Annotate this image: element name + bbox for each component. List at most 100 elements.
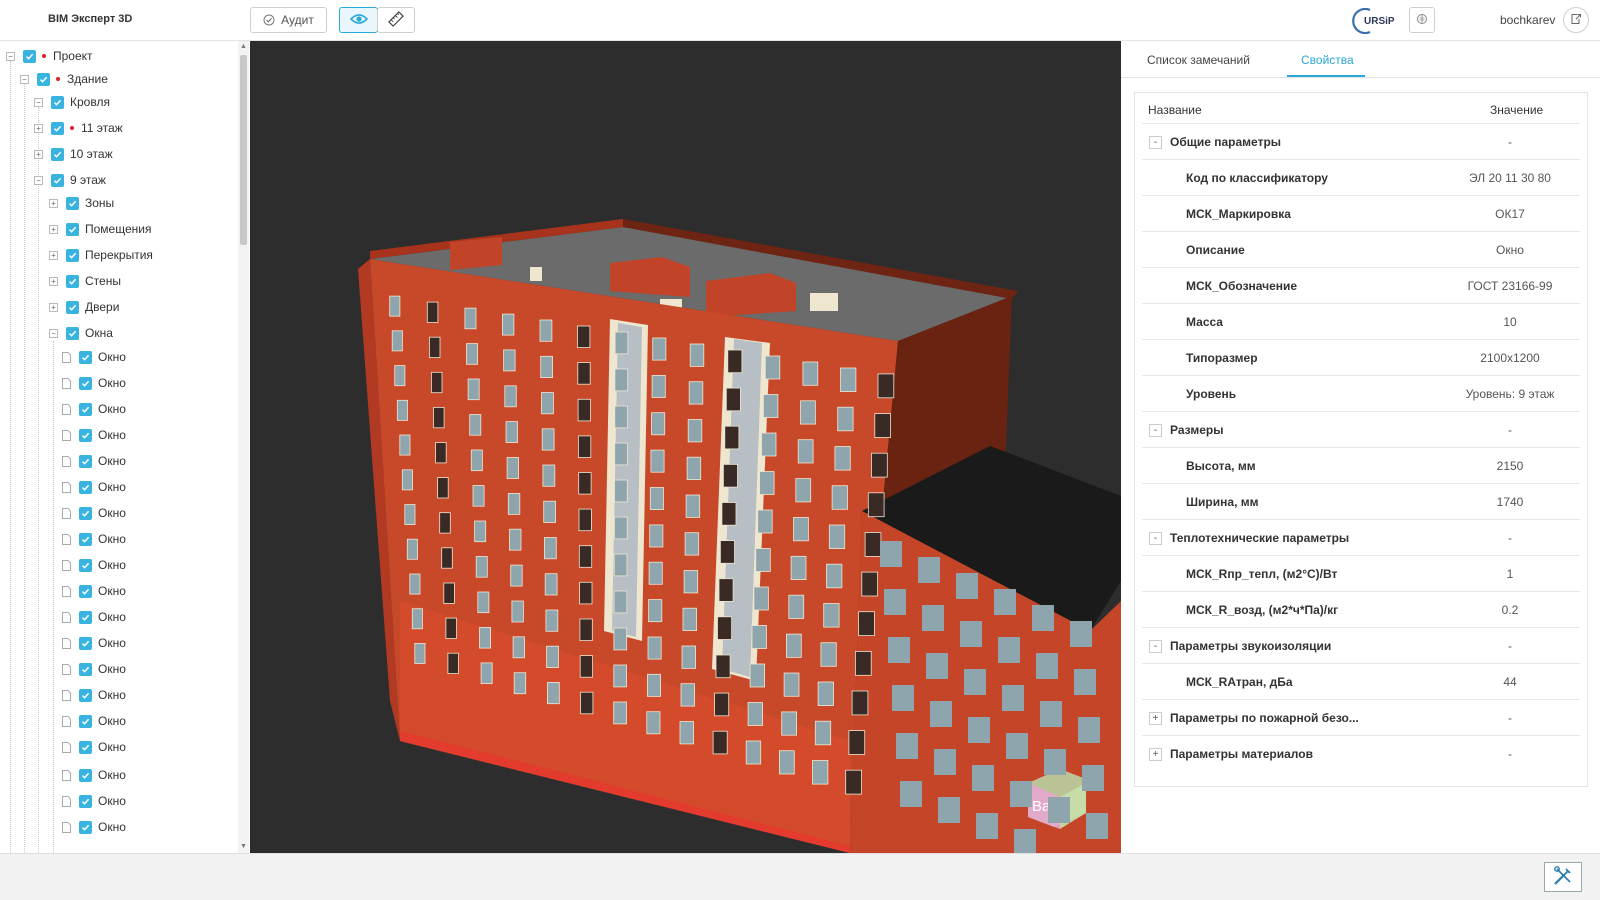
tab-properties[interactable]: Свойства [1301,53,1354,67]
facade-window[interactable] [467,378,480,401]
facade-window[interactable] [685,494,701,518]
tree-item[interactable]: Окно [62,373,126,393]
collapse-group-icon[interactable]: - [1149,136,1162,149]
facade-window[interactable] [649,487,664,511]
wing-window[interactable] [1078,717,1100,743]
facade-window[interactable] [435,442,447,464]
facade-window[interactable] [577,362,591,385]
facade-window[interactable] [578,472,592,495]
wing-window[interactable] [1002,685,1024,711]
facade-window[interactable] [511,600,524,623]
facade-window[interactable] [433,406,445,429]
tree-item[interactable]: Окно [62,399,126,419]
visibility-checkbox[interactable] [51,147,64,161]
visibility-checkbox[interactable] [79,558,92,572]
tree-item[interactable]: Окно [62,529,126,549]
wing-window[interactable] [892,685,914,711]
facade-window[interactable] [578,545,593,568]
wing-window[interactable] [1040,701,1062,727]
facade-window[interactable] [764,355,781,380]
facade-window[interactable] [507,492,521,515]
facade-window[interactable] [391,330,403,352]
tree-item[interactable]: Окно [62,425,126,445]
collapse-icon[interactable]: − [20,74,29,84]
facade-window[interactable] [781,711,798,736]
visibility-checkbox[interactable] [79,820,92,834]
facade-window[interactable] [797,439,814,464]
facade-window[interactable] [577,435,592,458]
facade-window[interactable] [817,681,834,707]
wing-window[interactable] [964,669,986,695]
facade-window[interactable] [788,594,805,619]
facade-window[interactable] [613,627,628,651]
facade-window[interactable] [579,655,594,678]
facade-window[interactable] [411,608,423,630]
expand-icon[interactable]: + [34,149,43,159]
facade-window[interactable] [579,581,593,605]
visibility-checkbox[interactable] [79,376,92,390]
facade-window[interactable] [802,361,819,386]
tree-item[interactable]: Окно [62,685,126,705]
facade-window[interactable] [578,508,592,532]
facade-window[interactable] [786,633,802,658]
facade-window[interactable] [864,532,882,557]
wing-window[interactable] [934,749,956,775]
facade-window[interactable] [504,385,517,408]
facade-window[interactable] [686,456,702,481]
facade-window[interactable] [430,371,443,394]
property-group-row[interactable]: + Параметры по пожарной безо... - [1142,699,1580,736]
visibility-checkbox[interactable] [66,300,79,314]
facade-window[interactable] [543,537,557,560]
facade-window[interactable] [877,373,895,399]
facade-window[interactable] [823,603,840,628]
facade-window[interactable] [714,692,730,717]
expand-group-icon[interactable]: + [1149,748,1162,761]
scroll-down-arrow-icon[interactable]: ▼ [238,841,249,853]
wing-window[interactable] [1010,781,1032,807]
facade-window[interactable] [414,643,426,664]
building-model[interactable]: Ba [250,41,1121,853]
facade-window[interactable] [542,464,556,487]
facade-window[interactable] [541,392,554,415]
facade-window[interactable] [614,442,628,466]
facade-window[interactable] [445,617,457,639]
facade-window[interactable] [614,479,628,503]
tree-item[interactable]: − Окна [49,323,113,343]
measure-button[interactable] [377,7,415,33]
facade-window[interactable] [840,367,857,393]
collapse-group-icon[interactable]: - [1149,532,1162,545]
wing-window[interactable] [976,813,998,839]
facade-window[interactable] [795,478,812,503]
facade-window[interactable] [680,683,696,707]
facade-window[interactable] [858,611,875,637]
collapse-icon[interactable]: − [34,97,43,107]
expand-icon[interactable]: + [49,250,58,260]
visibility-checkbox[interactable] [79,454,92,468]
visibility-checkbox[interactable] [79,428,92,442]
facade-window[interactable] [800,400,816,425]
expand-icon[interactable]: + [49,276,58,286]
wing-window[interactable] [1074,669,1096,695]
wing-window[interactable] [994,589,1016,615]
facade-window[interactable] [651,374,666,398]
facade-window[interactable] [747,702,764,726]
facade-window[interactable] [401,469,413,491]
facade-window[interactable] [724,425,740,450]
visibility-checkbox[interactable] [66,326,79,340]
tree-item[interactable]: Окно [62,817,126,837]
wing-window[interactable] [1082,765,1104,791]
tree-item[interactable]: Окно [62,659,126,679]
wing-window[interactable] [1070,621,1092,647]
facade-window[interactable] [828,524,846,550]
visibility-checkbox[interactable] [79,350,92,364]
facade-window[interactable] [683,570,699,594]
wing-window[interactable] [926,653,948,679]
collapse-group-icon[interactable]: - [1149,424,1162,437]
visibility-checkbox[interactable] [79,532,92,546]
property-group-row[interactable]: - Теплотехнические параметры - [1142,519,1580,556]
facade-window[interactable] [755,548,771,572]
scroll-up-arrow-icon[interactable]: ▲ [238,41,249,53]
facade-window[interactable] [426,301,439,323]
visibility-checkbox[interactable] [51,95,64,109]
tree-item[interactable]: + Перекрытия [49,245,153,265]
